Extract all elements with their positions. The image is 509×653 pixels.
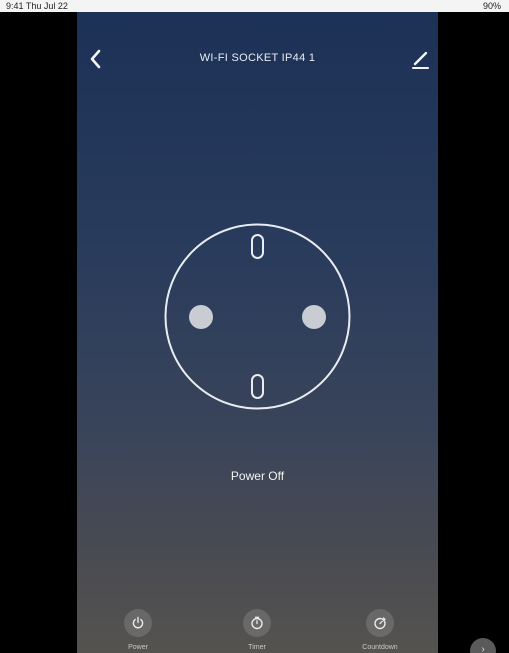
page-title: WI-FI SOCKET IP44 1 [199,52,316,64]
floating-home-button[interactable]: › [470,638,496,653]
timer-button-circle [243,609,271,637]
socket-control-panel: WI-FI SOCKET IP44 1 Power Off Power Time… [77,12,438,653]
countdown-icon [374,617,386,630]
status-time: 9:41 Thu Jul 22 [6,1,68,11]
screen: 9:41 Thu Jul 22 90% WI-FI SOCKET IP44 1 [0,0,509,653]
power-icon [132,616,144,629]
countdown-button[interactable]: Countdown [350,609,410,651]
socket-power-toggle[interactable] [163,222,352,411]
countdown-button-circle [366,609,394,637]
status-bar: 9:41 Thu Jul 22 90% [0,0,509,12]
power-button[interactable]: Power [108,609,168,651]
status-battery: 90% [482,1,501,11]
timer-button-label: Timer [248,644,266,651]
timer-button[interactable]: Timer [227,609,287,651]
timer-icon [251,616,263,630]
edit-pencil-icon [412,51,429,69]
chevron-right-icon: › [481,644,485,653]
back-button[interactable] [85,46,107,72]
socket-icon [164,223,351,410]
edit-button[interactable] [408,48,432,72]
power-button-circle [124,609,152,637]
power-state-label: Power Off [230,469,285,483]
chevron-left-icon [90,49,101,69]
power-button-label: Power [128,644,148,651]
countdown-button-label: Countdown [362,644,398,651]
